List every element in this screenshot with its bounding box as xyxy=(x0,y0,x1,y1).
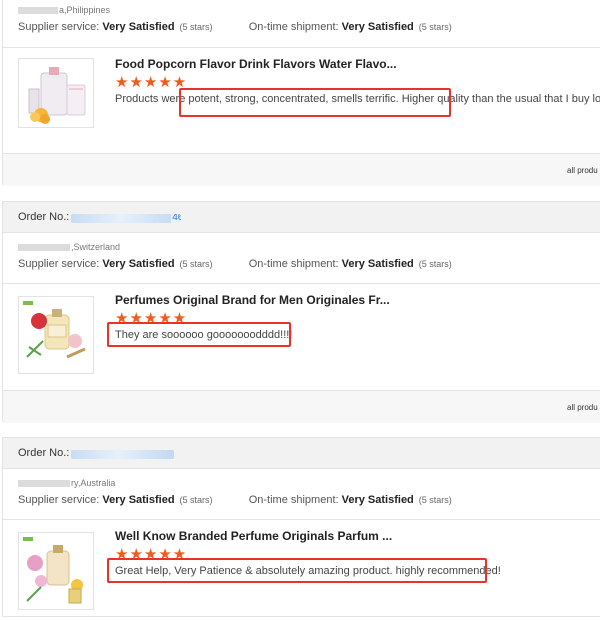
order-header: Order No.: 46 xyxy=(3,202,600,233)
product-thumbnail[interactable] xyxy=(18,296,94,374)
supplier-service-label: Supplier service: xyxy=(18,21,100,33)
supplier-service-stars: (5 stars) xyxy=(179,495,213,505)
shipment-value: Very Satisfied xyxy=(341,21,414,33)
buyer-info: ry,Australia xyxy=(3,469,600,491)
order-no-label: Order No.: xyxy=(18,447,70,459)
product-title[interactable]: Well Know Branded Perfume Originals Parf… xyxy=(115,529,392,543)
buyer-location: ry,Australia xyxy=(71,478,116,488)
supplier-service-value: Very Satisfied xyxy=(102,21,175,33)
review-highlight-box xyxy=(179,88,451,117)
order-card-3: Order No.: ry,Australia Supplier service… xyxy=(2,437,600,617)
order-card-1: a,Philippines Supplier service: Very Sat… xyxy=(2,0,600,186)
buyer-location: a,Philippines xyxy=(59,5,111,15)
review-highlight-box xyxy=(107,322,291,347)
all-products-link[interactable]: all produ xyxy=(567,166,598,175)
masked-buyer-name xyxy=(18,7,58,15)
order-card-2: Order No.: 46 ,Switzerland Supplier serv… xyxy=(2,201,600,423)
product-row: Perfumes Original Brand for Men Original… xyxy=(3,283,600,384)
supplier-service-value: Very Satisfied xyxy=(102,258,175,270)
review-highlight-box xyxy=(107,558,487,583)
supplier-service-stars: (5 stars) xyxy=(179,259,213,269)
order-footer: all produ xyxy=(3,390,600,423)
flavor-bottle-image xyxy=(19,59,93,127)
shipment-stars: (5 stars) xyxy=(418,495,452,505)
order-no-value[interactable] xyxy=(71,449,175,459)
order-no-label: Order No.: xyxy=(18,211,70,223)
review-list: a,Philippines Supplier service: Very Sat… xyxy=(0,0,600,617)
shipment-stars: (5 stars) xyxy=(418,259,452,269)
rating-row: Supplier service: Very Satisfied (5 stars… xyxy=(3,491,600,509)
rating-stars: ★★★★★ xyxy=(115,74,188,91)
perfume-bottle-image xyxy=(19,297,93,373)
product-title[interactable]: Perfumes Original Brand for Men Original… xyxy=(115,293,390,307)
product-row: Well Know Branded Perfume Originals Parf… xyxy=(3,519,600,620)
buyer-info: ,Switzerland xyxy=(3,233,600,255)
perfume-bottle-image xyxy=(19,533,93,609)
shipment-stars: (5 stars) xyxy=(418,22,452,32)
rating-row: Supplier service: Very Satisfied (5 stars… xyxy=(3,255,600,273)
masked-buyer-name xyxy=(18,480,70,488)
shipment-label: On-time shipment: xyxy=(248,494,339,506)
product-thumbnail[interactable] xyxy=(18,58,94,128)
order-no-value[interactable]: 46 xyxy=(71,213,182,223)
buyer-info: a,Philippines xyxy=(3,0,600,18)
supplier-service-label: Supplier service: xyxy=(18,258,100,270)
product-title[interactable]: Food Popcorn Flavor Drink Flavors Water … xyxy=(115,57,397,71)
product-thumbnail[interactable] xyxy=(18,532,94,610)
supplier-service-value: Very Satisfied xyxy=(102,494,175,506)
shipment-value: Very Satisfied xyxy=(341,494,414,506)
supplier-service-stars: (5 stars) xyxy=(179,22,213,32)
masked-buyer-name xyxy=(18,244,70,252)
order-footer: all produ xyxy=(3,153,600,186)
rating-row: Supplier service: Very Satisfied (5 stars… xyxy=(3,18,600,36)
buyer-location: ,Switzerland xyxy=(71,242,121,252)
product-row: Food Popcorn Flavor Drink Flavors Water … xyxy=(3,47,600,138)
supplier-service-label: Supplier service: xyxy=(18,494,100,506)
all-products-link[interactable]: all produ xyxy=(567,403,598,412)
shipment-value: Very Satisfied xyxy=(341,258,414,270)
order-header: Order No.: xyxy=(3,438,600,469)
order-no-tail: 46 xyxy=(171,213,182,223)
shipment-label: On-time shipment: xyxy=(248,21,339,33)
shipment-label: On-time shipment: xyxy=(248,258,339,270)
